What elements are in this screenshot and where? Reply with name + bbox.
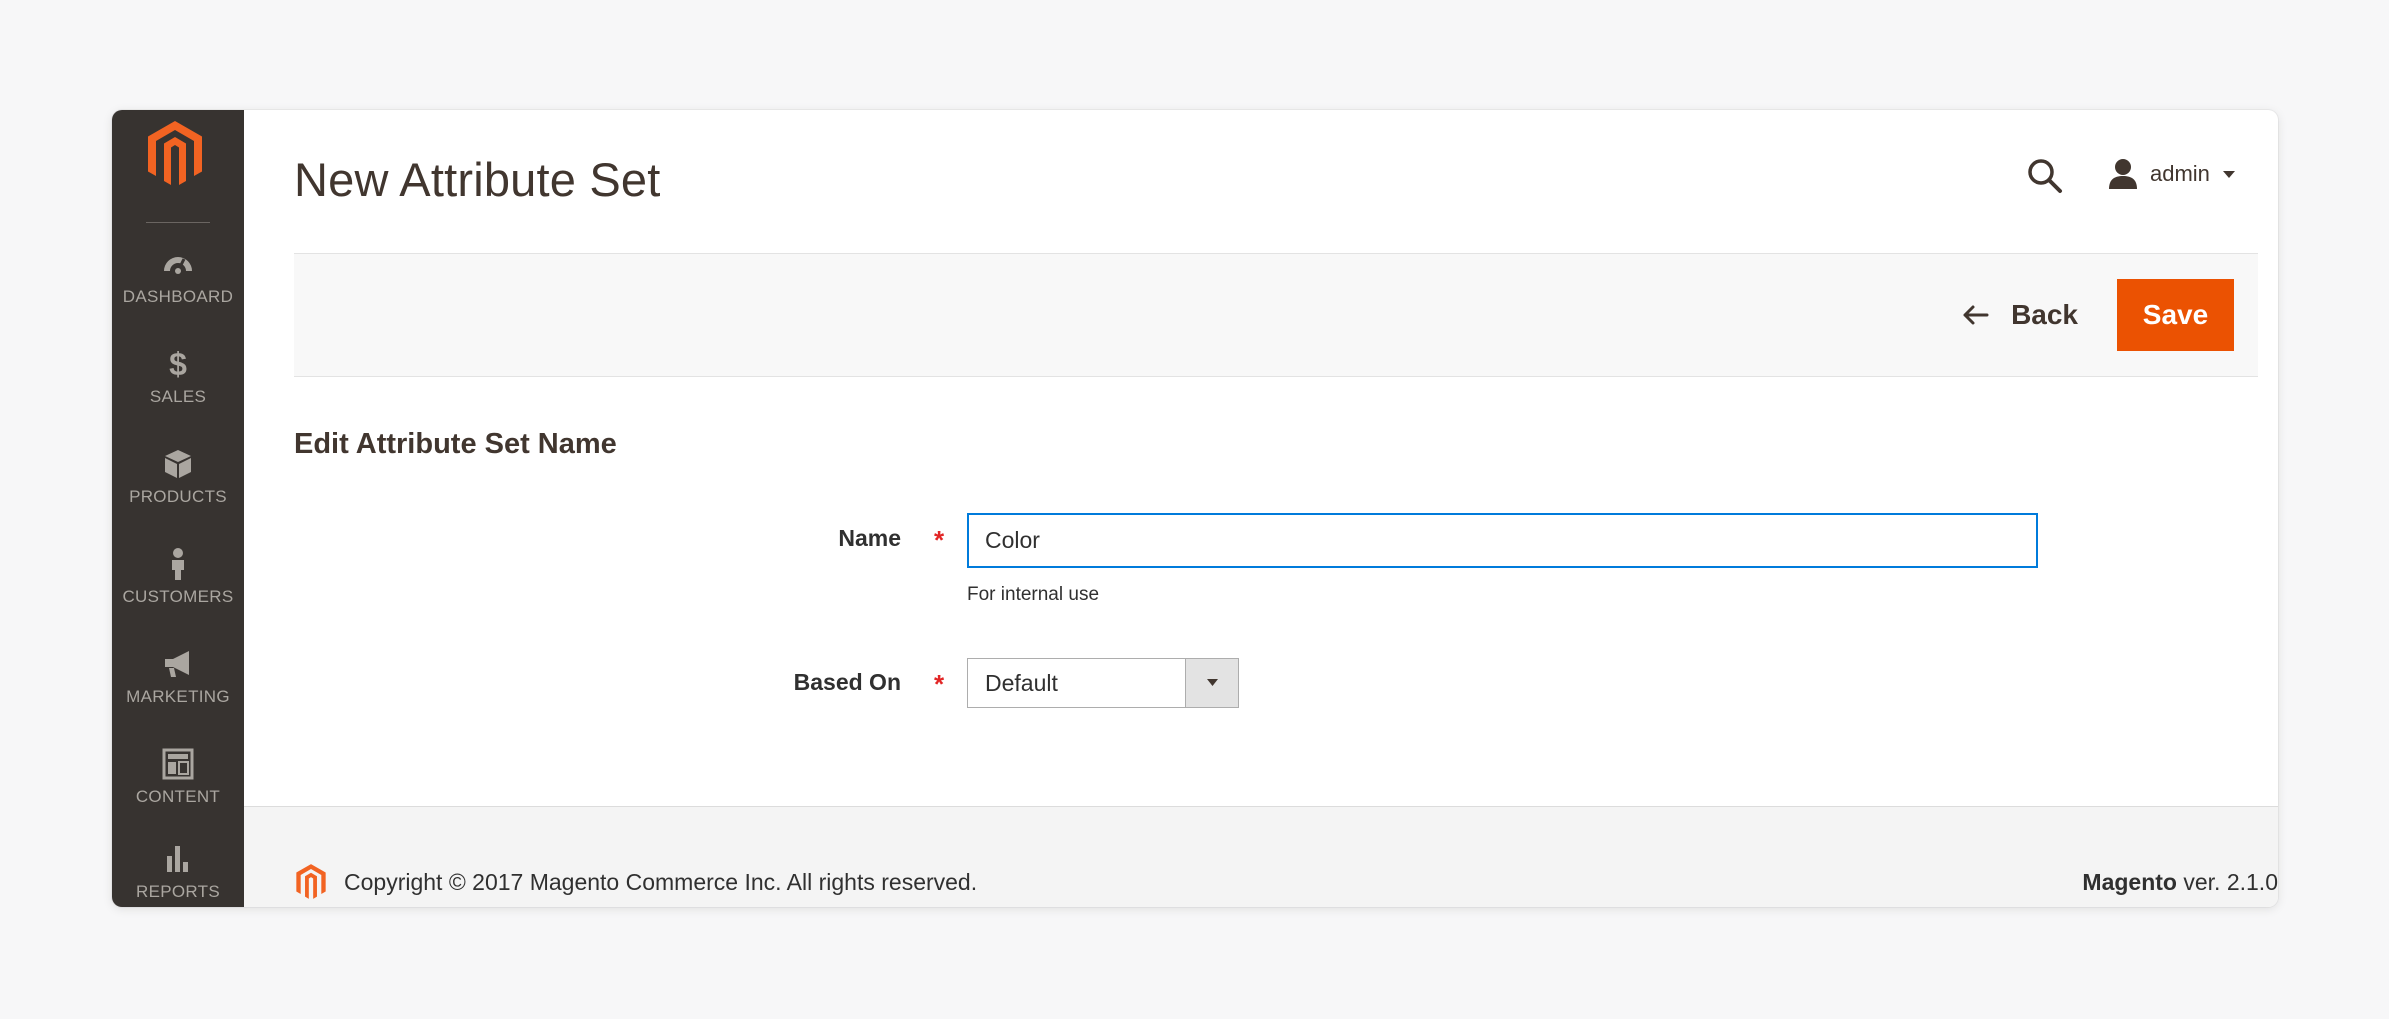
- sidebar-item-products[interactable]: PRODUCTS: [112, 447, 244, 547]
- sidebar-item-customers[interactable]: CUSTOMERS: [112, 547, 244, 647]
- user-menu[interactable]: admin: [2106, 154, 2236, 194]
- main-content: New Attribute Set admin Back Save Edit A…: [244, 110, 2278, 907]
- user-icon: [2109, 159, 2137, 189]
- sidebar-item-label: CONTENT: [135, 787, 221, 806]
- bar-chart-icon: [167, 846, 188, 872]
- user-name: admin: [2150, 161, 2210, 186]
- sidebar-item-reports[interactable]: REPORTS: [112, 842, 244, 907]
- based-on-selected-value: Default: [985, 670, 1058, 696]
- sidebar-divider: [146, 222, 210, 223]
- sidebar-item-label: DASHBOARD: [122, 287, 234, 306]
- version-text: Magento ver. 2.1.0: [2082, 869, 2278, 896]
- page-title: New Attribute Set: [294, 153, 661, 206]
- search-icon[interactable]: [2025, 156, 2065, 196]
- required-indicator: *: [934, 525, 945, 555]
- sidebar-item-label: MARKETING: [126, 687, 230, 706]
- caret-down-icon: [2222, 171, 2235, 178]
- name-input[interactable]: [967, 513, 2038, 568]
- version-brand: Magento: [2082, 869, 2177, 895]
- dashboard-icon: [164, 257, 192, 274]
- magento-logo-icon[interactable]: [144, 119, 206, 189]
- arrow-left-icon: [1963, 305, 1989, 325]
- section-title: Edit Attribute Set Name: [294, 428, 617, 460]
- name-field-label: Name: [838, 525, 901, 551]
- sidebar-item-label: SALES: [149, 387, 207, 406]
- page-actions-bar: Back Save: [294, 253, 2258, 377]
- dollar-icon: $: [169, 347, 187, 381]
- based-on-field-label: Based On: [793, 669, 901, 695]
- megaphone-icon: [165, 651, 189, 677]
- sidebar-item-label: PRODUCTS: [129, 487, 227, 506]
- box-icon: [165, 450, 191, 478]
- person-icon: [172, 548, 184, 580]
- sidebar-item-content[interactable]: CONTENT: [112, 747, 244, 847]
- sidebar: DASHBOARD $ SALES PRODUCTS CUSTOMERS MAR…: [112, 110, 244, 907]
- layout-icon: [162, 748, 194, 780]
- required-indicator: *: [934, 669, 945, 699]
- sidebar-item-label: CUSTOMERS: [122, 587, 234, 606]
- based-on-select[interactable]: Default: [967, 658, 1239, 708]
- save-button[interactable]: Save: [2117, 279, 2234, 351]
- sidebar-item-label: REPORTS: [136, 882, 220, 901]
- admin-window: DASHBOARD $ SALES PRODUCTS CUSTOMERS MAR…: [112, 110, 2278, 907]
- sidebar-item-dashboard[interactable]: DASHBOARD: [112, 247, 244, 347]
- name-field-note: For internal use: [967, 584, 1100, 605]
- sidebar-item-sales[interactable]: $ SALES: [112, 347, 244, 447]
- back-button-label: Back: [2011, 299, 2078, 330]
- caret-down-icon: [1207, 679, 1218, 686]
- svg-text:$: $: [169, 347, 187, 381]
- back-button[interactable]: Back: [1961, 294, 2078, 336]
- copyright-text: Copyright © 2017 Magento Commerce Inc. A…: [344, 869, 978, 895]
- version-number: ver. 2.1.0: [2176, 869, 2278, 895]
- select-toggle[interactable]: [1185, 659, 1238, 707]
- sidebar-item-marketing[interactable]: MARKETING: [112, 647, 244, 747]
- magento-logo-icon: [296, 864, 326, 899]
- footer: Copyright © 2017 Magento Commerce Inc. A…: [244, 806, 2278, 907]
